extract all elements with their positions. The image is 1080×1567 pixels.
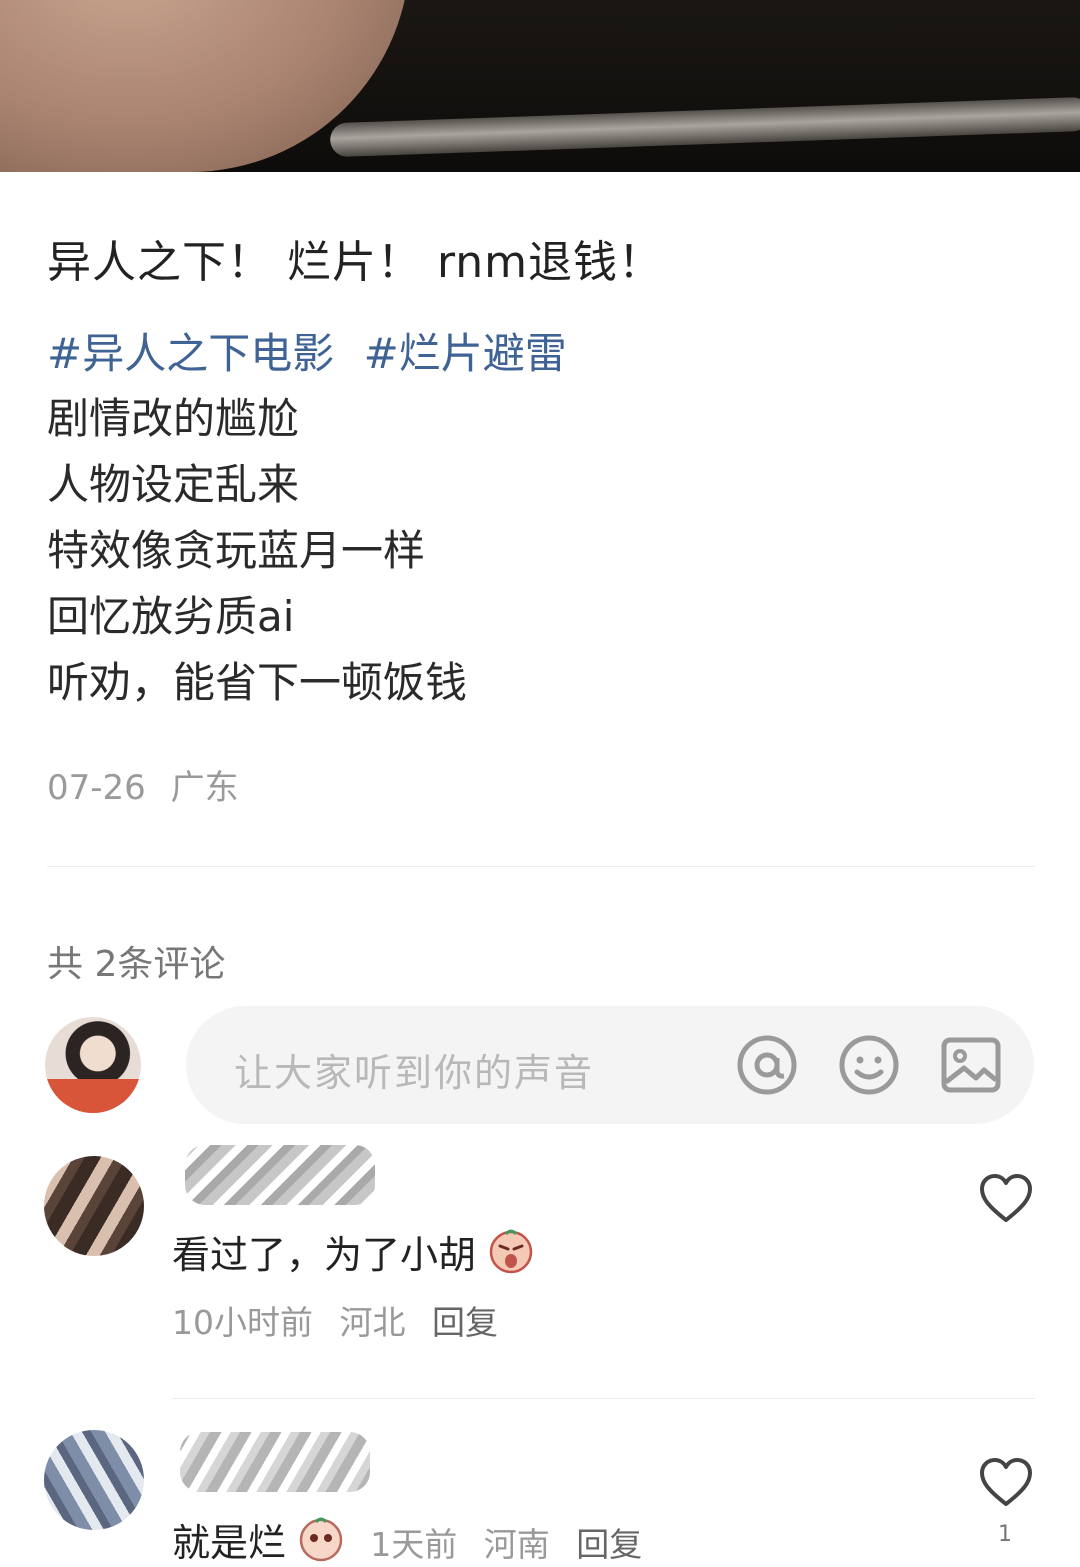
commenter-name-blurred (180, 1432, 370, 1492)
post-line: 听劝，能省下一顿饭钱 (47, 658, 468, 707)
comment-time: 1天前 (370, 1525, 458, 1564)
comment-meta: 10小时前 河北 回复 (172, 1296, 514, 1344)
tag-link[interactable]: #烂片避雷 (364, 329, 567, 378)
comment-location: 河北 (339, 1303, 406, 1342)
like-heart-icon[interactable] (978, 1172, 1034, 1224)
comment-input[interactable]: 让大家听到你的声音 (186, 1006, 1034, 1124)
crying-emoji-icon (489, 1229, 533, 1274)
comment-text-content: 就是烂 (172, 1521, 287, 1565)
tag-link[interactable]: #异人之下电影 (47, 329, 334, 378)
crying-emoji-icon (299, 1517, 343, 1562)
post-body: 剧情改的尴尬 人物设定乱来 特效像贪玩蓝月一样 回忆放劣质ai 听劝，能省下一顿… (47, 386, 467, 716)
post-line: 特效像贪玩蓝月一样 (47, 526, 426, 575)
emoji-icon[interactable] (836, 1032, 902, 1098)
my-avatar[interactable] (45, 1017, 141, 1113)
comment-text: 就是烂 1天前 河南 回复 (172, 1512, 658, 1567)
divider (47, 866, 1035, 867)
divider (172, 1398, 1035, 1399)
post-meta: 07-26 广东 (47, 760, 253, 809)
comment-location: 河南 (483, 1525, 550, 1564)
reply-button[interactable]: 回复 (432, 1303, 498, 1342)
post-location: 广东 (170, 768, 239, 808)
post-line: 回忆放劣质ai (47, 592, 295, 641)
comment-input-placeholder: 让大家听到你的声音 (234, 1051, 595, 1095)
post-image[interactable] (0, 0, 1080, 172)
image-icon[interactable] (938, 1032, 1004, 1098)
post-line: 剧情改的尴尬 (47, 394, 300, 443)
post-line: 人物设定乱来 (47, 460, 300, 509)
comment-count: 共 2条评论 (47, 944, 226, 985)
commenter-name-blurred (185, 1145, 375, 1205)
comment-text: 看过了，为了小胡 (172, 1224, 534, 1279)
reply-button[interactable]: 回复 (576, 1525, 642, 1564)
photo-rail (329, 96, 1080, 158)
comment-time: 10小时前 (172, 1303, 313, 1342)
avatar-clothing (45, 1079, 141, 1113)
commenter-avatar[interactable] (44, 1430, 144, 1530)
like-heart-icon[interactable] (978, 1456, 1034, 1508)
post-title: 异人之下！ 烂片！ rnm退钱！ (47, 237, 664, 288)
mention-icon[interactable] (734, 1032, 800, 1098)
like-count: 1 (998, 1522, 1012, 1547)
commenter-avatar[interactable] (44, 1156, 144, 1256)
post-date: 07-26 (47, 768, 146, 808)
comment-meta: 1天前 河南 回复 (370, 1525, 658, 1564)
comment-text-content: 看过了，为了小胡 (172, 1233, 477, 1277)
post-tags: #异人之下电影 #烂片避雷 (47, 320, 583, 381)
